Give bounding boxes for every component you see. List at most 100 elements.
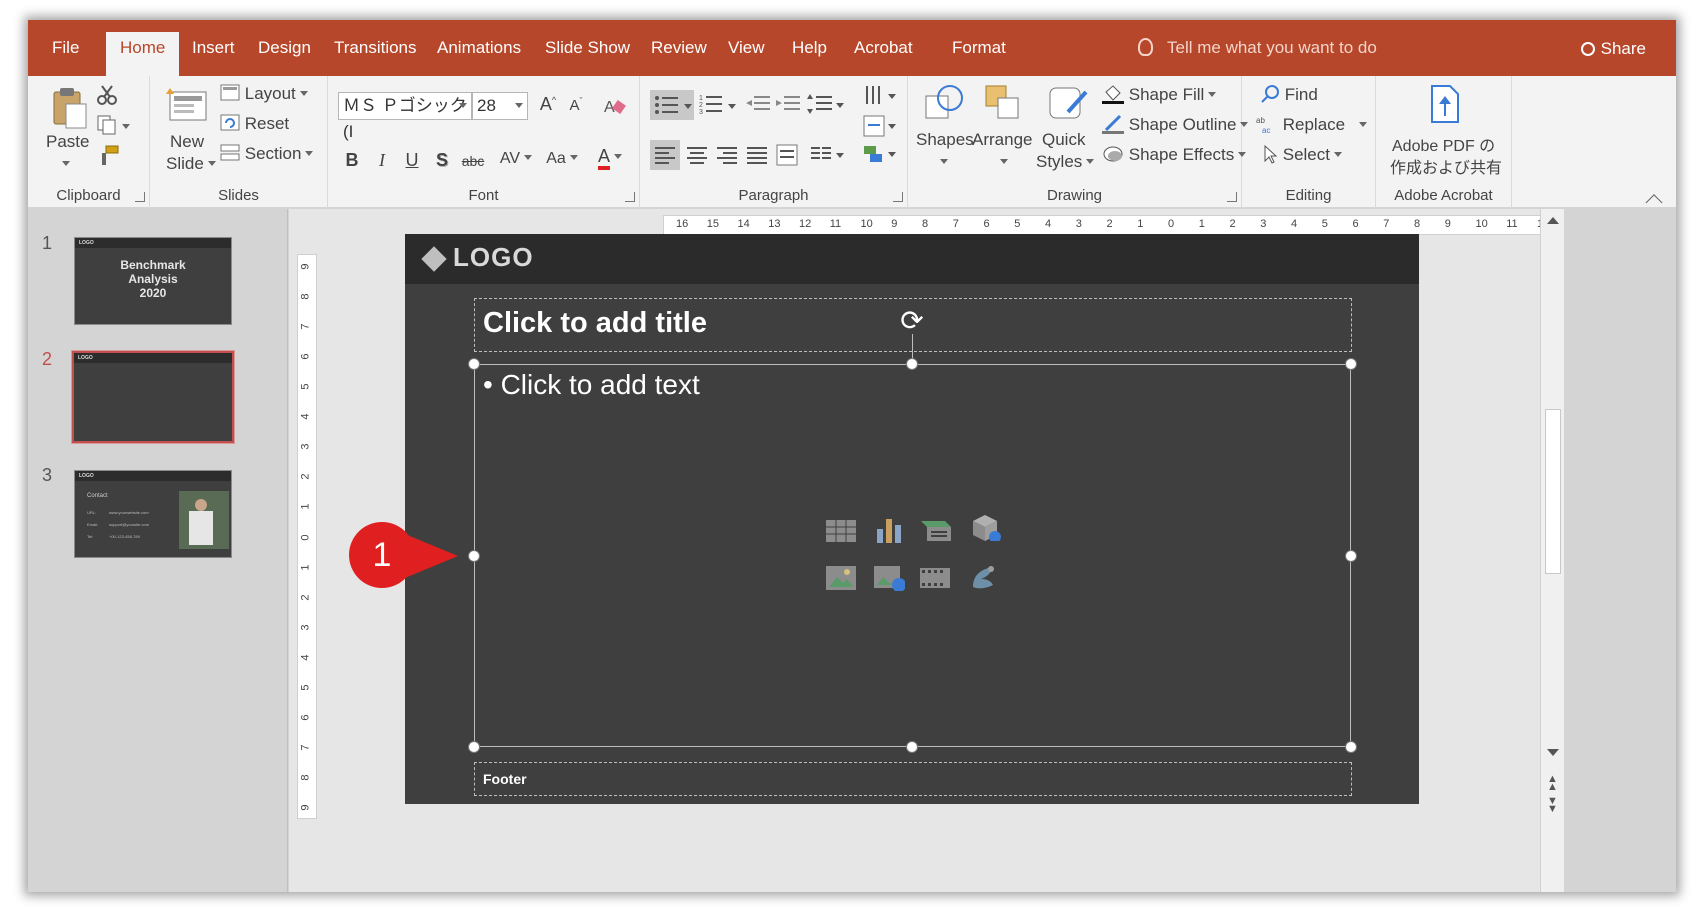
shape-fill-button[interactable]: Shape Fill bbox=[1102, 84, 1217, 105]
scroll-down-icon[interactable] bbox=[1547, 749, 1559, 756]
paragraph-group: 1 2 3 Paragraph bbox=[640, 76, 908, 208]
shape-effects-button[interactable]: Shape Effects bbox=[1102, 144, 1247, 165]
replace-button[interactable]: ab ac Replace bbox=[1256, 114, 1368, 135]
font-size-combo[interactable]: 28 bbox=[472, 92, 528, 120]
cut-icon[interactable] bbox=[96, 84, 118, 106]
previous-slide-icon[interactable]: ▲ ▲ bbox=[1547, 774, 1558, 793]
tab-format[interactable]: Format bbox=[938, 34, 1020, 76]
scrollbar-thumb[interactable] bbox=[1545, 409, 1561, 574]
change-case-button[interactable]: Aa bbox=[542, 150, 582, 168]
insert-video-icon[interactable] bbox=[919, 563, 951, 591]
distributed-icon[interactable] bbox=[774, 140, 800, 170]
tab-design[interactable]: Design bbox=[244, 34, 325, 76]
adobe-pdf-share-button[interactable]: Adobe PDF の 作成および共有 bbox=[1382, 82, 1506, 182]
tab-slide-show[interactable]: Slide Show bbox=[531, 34, 644, 76]
ruler-tick-label: 0 bbox=[1168, 218, 1175, 230]
tab-help[interactable]: Help bbox=[778, 34, 841, 76]
align-left-icon[interactable] bbox=[650, 140, 680, 170]
slide-thumbnail-2[interactable]: LOGO bbox=[72, 351, 234, 443]
layout-button[interactable]: Layout bbox=[220, 84, 308, 104]
footer-placeholder[interactable]: Footer bbox=[474, 762, 1352, 796]
resize-handle-top-left[interactable] bbox=[468, 358, 480, 370]
insert-smartart-icon[interactable] bbox=[919, 515, 951, 543]
columns-icon[interactable] bbox=[808, 140, 848, 170]
format-painter-icon[interactable] bbox=[98, 144, 120, 166]
tab-review[interactable]: Review bbox=[637, 34, 721, 76]
section-button[interactable]: Section bbox=[220, 144, 314, 164]
align-right-icon[interactable] bbox=[714, 140, 740, 170]
resize-handle-top[interactable] bbox=[906, 358, 918, 370]
paragraph-launcher-icon[interactable] bbox=[893, 192, 903, 202]
tab-insert[interactable]: Insert bbox=[178, 34, 249, 76]
bold-button[interactable]: B bbox=[340, 150, 364, 171]
tab-view[interactable]: View bbox=[714, 34, 779, 76]
clear-formatting-icon[interactable]: A bbox=[602, 94, 626, 118]
increase-indent-icon[interactable] bbox=[776, 92, 802, 118]
reset-button[interactable]: Reset bbox=[220, 114, 289, 134]
shapes-button[interactable]: Shapes bbox=[916, 80, 974, 180]
paste-button[interactable]: Paste bbox=[42, 82, 90, 178]
share-button[interactable]: Share bbox=[1580, 34, 1646, 64]
smartart-icon[interactable] bbox=[862, 142, 902, 168]
select-button[interactable]: Select bbox=[1262, 144, 1342, 165]
shape-outline-button[interactable]: Shape Outline bbox=[1102, 114, 1249, 135]
insert-picture-icon[interactable] bbox=[825, 563, 857, 591]
tab-animations[interactable]: Animations bbox=[423, 34, 535, 76]
shrink-font-button[interactable]: Aˇ bbox=[564, 96, 588, 114]
slide-thumbnail-1[interactable]: LOGO Benchmark Analysis 2020 bbox=[74, 237, 232, 325]
tell-me-search[interactable]: Tell me what you want to do bbox=[1138, 34, 1377, 62]
tab-file[interactable]: File bbox=[38, 34, 93, 76]
italic-button[interactable]: I bbox=[370, 150, 394, 171]
align-text-icon[interactable] bbox=[862, 114, 902, 140]
vertical-scrollbar[interactable]: ▲ ▲ ▼ ▼ bbox=[1540, 209, 1564, 892]
font-launcher-icon[interactable] bbox=[625, 192, 635, 202]
ruler-tick-label: 6 bbox=[299, 353, 312, 360]
resize-handle-bottom[interactable] bbox=[906, 741, 918, 753]
quick-styles-button[interactable]: Quick Styles bbox=[1036, 80, 1098, 180]
slides-group: New Slide Layout Reset Section Slides bbox=[150, 76, 328, 208]
text-direction-icon[interactable] bbox=[862, 84, 902, 110]
numbering-icon[interactable]: 1 2 3 bbox=[698, 90, 738, 120]
thumbnail-header-band bbox=[74, 353, 232, 363]
character-spacing-button[interactable]: AV bbox=[496, 150, 536, 168]
insert-3d-model-icon[interactable] bbox=[969, 513, 1001, 541]
resize-handle-bottom-right[interactable] bbox=[1345, 741, 1357, 753]
rotate-handle-icon[interactable]: ⟳ bbox=[897, 306, 927, 336]
resize-handle-left[interactable] bbox=[468, 550, 480, 562]
decrease-indent-icon[interactable] bbox=[746, 92, 772, 118]
strikethrough-button[interactable]: abc bbox=[456, 153, 490, 169]
clipboard-group: Paste Clipboard bbox=[28, 76, 150, 208]
next-slide-icon[interactable]: ▼ ▼ bbox=[1547, 796, 1558, 815]
justify-icon[interactable] bbox=[744, 140, 770, 170]
drawing-launcher-icon[interactable] bbox=[1227, 192, 1237, 202]
arrange-button[interactable]: Arrange bbox=[972, 80, 1032, 180]
copy-icon[interactable] bbox=[96, 114, 130, 136]
insert-online-picture-icon[interactable] bbox=[873, 563, 905, 591]
insert-table-icon[interactable] bbox=[825, 517, 857, 545]
drawing-group-label: Drawing bbox=[1046, 187, 1103, 204]
font-color-button[interactable]: A bbox=[590, 146, 630, 170]
slide-canvas[interactable]: LOGO Click to add title ⟳ • Click to add… bbox=[405, 234, 1419, 804]
resize-handle-bottom-left[interactable] bbox=[468, 741, 480, 753]
find-button[interactable]: Find bbox=[1260, 84, 1318, 105]
content-placeholder[interactable]: • Click to add text bbox=[474, 364, 1351, 747]
scroll-up-icon[interactable] bbox=[1547, 217, 1559, 224]
align-center-icon[interactable] bbox=[684, 140, 710, 170]
grow-font-button[interactable]: A^ bbox=[536, 94, 560, 115]
underline-button[interactable]: U bbox=[400, 150, 424, 171]
insert-icons-icon[interactable] bbox=[967, 561, 999, 589]
tab-acrobat[interactable]: Acrobat bbox=[840, 34, 927, 76]
tab-transitions[interactable]: Transitions bbox=[320, 34, 431, 76]
thumbnail-title-line: Benchmark bbox=[120, 258, 186, 272]
resize-handle-right[interactable] bbox=[1345, 550, 1357, 562]
line-spacing-icon[interactable] bbox=[806, 92, 846, 118]
bullets-icon[interactable] bbox=[650, 90, 694, 120]
clipboard-launcher-icon[interactable] bbox=[135, 192, 145, 202]
shadow-button[interactable]: S bbox=[430, 150, 454, 171]
new-slide-button[interactable]: New Slide bbox=[160, 82, 216, 182]
insert-chart-icon[interactable] bbox=[873, 515, 905, 543]
font-name-combo[interactable]: ＭＳ Ｐゴシック (I bbox=[338, 92, 472, 141]
resize-handle-top-right[interactable] bbox=[1345, 358, 1357, 370]
tab-home[interactable]: Home bbox=[106, 32, 180, 76]
slide-thumbnail-3[interactable]: LOGO Contact URL: www.yourwebsite.com Ema… bbox=[74, 470, 232, 558]
